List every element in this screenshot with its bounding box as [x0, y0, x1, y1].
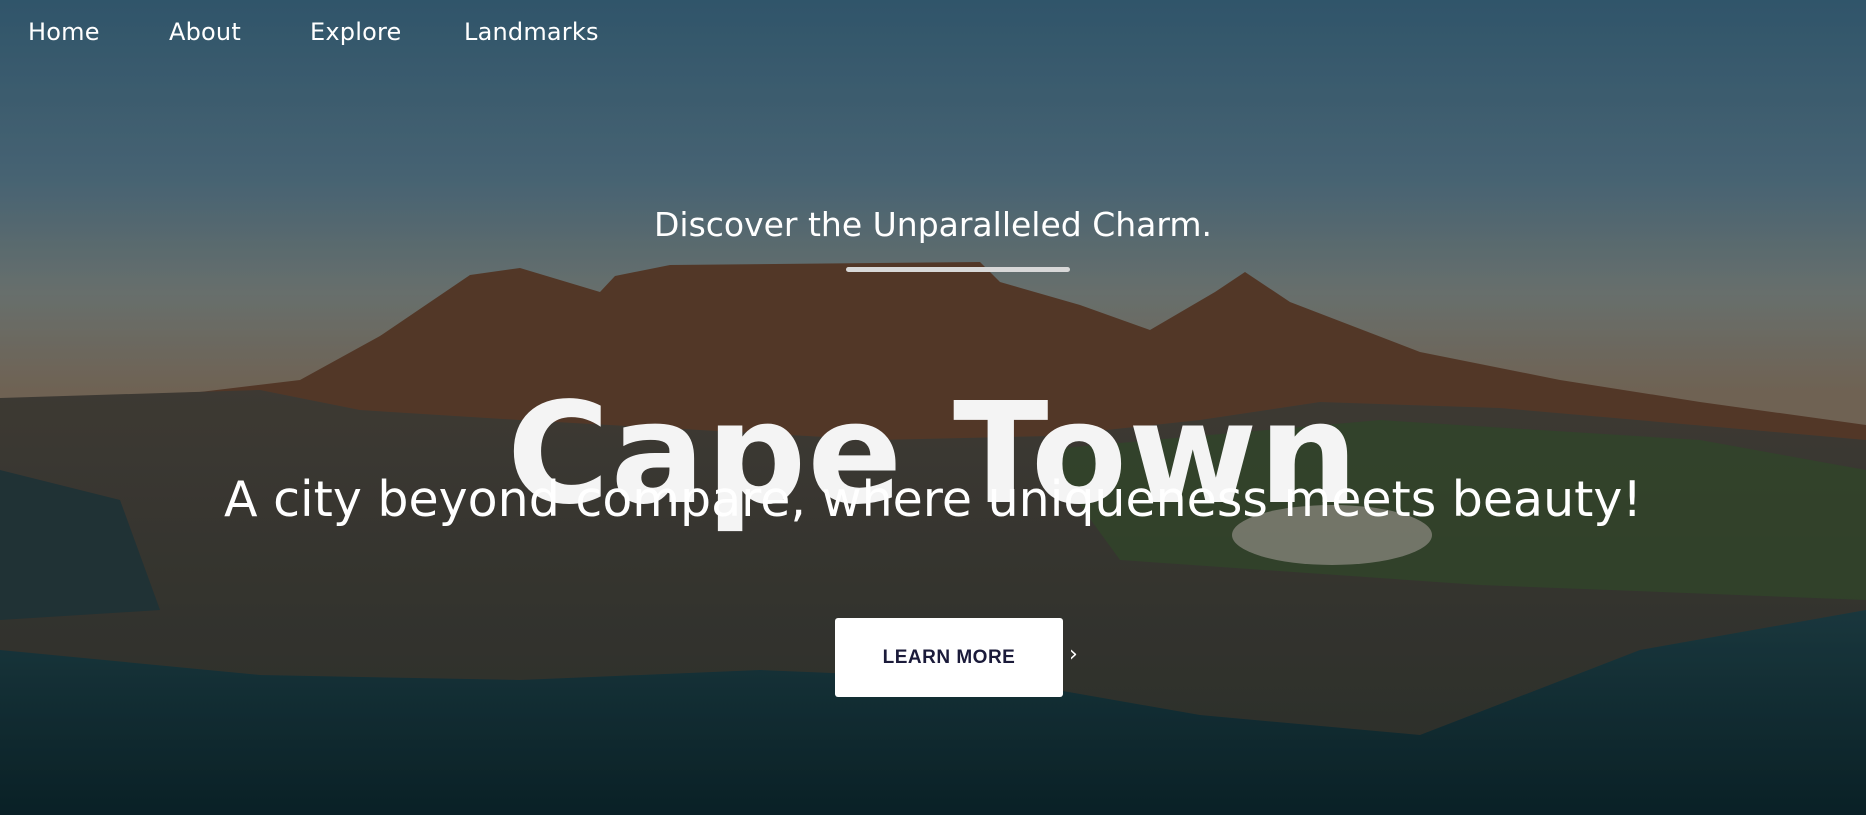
- nav-landmarks-link[interactable]: Landmarks: [464, 18, 599, 46]
- nav-explore-link[interactable]: Explore: [310, 18, 401, 46]
- hero-subtitle: A city beyond compare, where uniqueness …: [223, 471, 1642, 528]
- tagline-divider: [846, 267, 1070, 272]
- nav-home-link[interactable]: Home: [28, 18, 100, 46]
- learn-more-button[interactable]: LEARN MORE: [835, 618, 1063, 697]
- hero-tagline: Discover the Unparalleled Charm.: [653, 205, 1213, 244]
- chevron-right-icon: ›: [1069, 642, 1078, 667]
- hero-section: Home About Explore Landmarks Discover th…: [0, 0, 1866, 815]
- top-navigation: Home About Explore Landmarks: [0, 0, 1866, 70]
- nav-about-link[interactable]: About: [169, 18, 241, 46]
